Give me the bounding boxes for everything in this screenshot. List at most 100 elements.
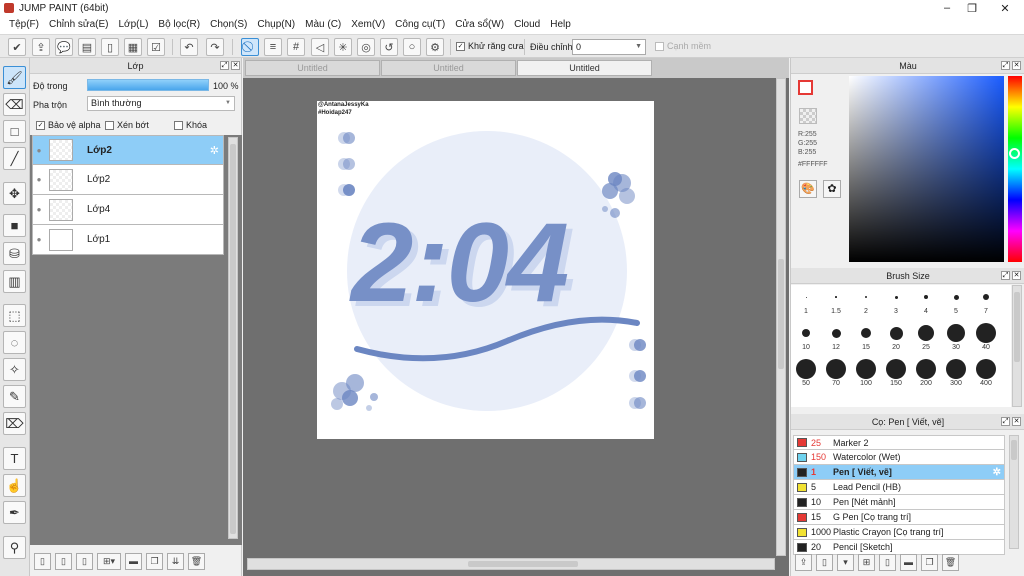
scrollbar-thumb[interactable] xyxy=(468,561,578,567)
visibility-icon[interactable]: ● xyxy=(33,146,45,155)
float-icon[interactable]: ⤢ xyxy=(1001,61,1010,70)
brush-size-dot[interactable] xyxy=(856,359,876,379)
perspective-icon[interactable]: ◁ xyxy=(311,38,329,56)
new-raster-layer-icon[interactable]: ▯ xyxy=(55,552,72,570)
menu-select[interactable]: Chọn(S) xyxy=(205,16,252,34)
duplicate-icon[interactable]: ❐ xyxy=(146,552,163,570)
brush-size-dot[interactable] xyxy=(861,328,871,338)
rect-select-tool-icon[interactable]: ⬚ xyxy=(3,304,26,327)
brush-size-scrollbar[interactable] xyxy=(1012,285,1022,407)
redo-icon[interactable]: ↷ xyxy=(206,38,224,56)
checklist-icon[interactable]: ☑ xyxy=(147,38,165,56)
menu-layer[interactable]: Lớp(L) xyxy=(114,16,154,34)
pen-tool-icon[interactable]: ✒ xyxy=(3,501,26,524)
close-icon[interactable]: ✕ xyxy=(231,61,240,70)
menu-view[interactable]: Xem(V) xyxy=(346,16,390,34)
antialias-toggle[interactable]: ✓ Khử răng cưa xyxy=(456,41,524,52)
doc-tab[interactable]: Untitled xyxy=(245,60,380,76)
menu-window[interactable]: Cửa sổ(W) xyxy=(450,16,509,34)
brush-size-dot[interactable] xyxy=(976,323,996,343)
brush-size-dot[interactable] xyxy=(916,359,936,379)
layer-item[interactable]: ● Lớp2 xyxy=(32,165,224,195)
brush-item[interactable]: 10 Pen [Nét mảnh] xyxy=(793,495,1005,510)
brush-size-dot[interactable] xyxy=(894,295,898,299)
rectangle-tool-icon[interactable]: □ xyxy=(3,120,26,143)
lock-checkbox[interactable] xyxy=(174,121,183,131)
doc-tab-active[interactable]: Untitled xyxy=(517,60,652,76)
menu-tools[interactable]: Công cụ(T) xyxy=(390,16,450,34)
layer-item[interactable]: ● Lớp2 ✲ xyxy=(32,135,224,165)
canvas-horizontal-scrollbar[interactable] xyxy=(247,558,775,570)
clip-checkbox[interactable] xyxy=(105,121,114,131)
move-tool-icon[interactable]: ✥ xyxy=(3,182,26,205)
trash-icon[interactable]: 🗑 xyxy=(188,552,205,570)
trash-icon[interactable]: 🗑 xyxy=(942,553,959,571)
duplicate-icon[interactable]: ❐ xyxy=(921,553,938,571)
bucket-tool-icon[interactable]: ⛁ xyxy=(3,242,26,265)
brush-size-dot[interactable] xyxy=(924,295,928,299)
menu-capture[interactable]: Chụp(N) xyxy=(252,16,300,34)
palette-icon[interactable]: 🎨 xyxy=(799,180,817,198)
gradient-tool-icon[interactable]: ▥ xyxy=(3,270,26,293)
undo-icon[interactable]: ↶ xyxy=(180,38,198,56)
visibility-icon[interactable]: ● xyxy=(33,235,45,244)
snap-toggle[interactable]: Cạnh mềm xyxy=(655,41,711,52)
clip-toggle[interactable]: Xén bớt xyxy=(105,120,149,131)
antialias-checkbox[interactable]: ✓ xyxy=(456,42,465,52)
brush-tool-icon[interactable]: 🖌 xyxy=(3,66,26,89)
transparent-color-swatch[interactable] xyxy=(799,108,817,124)
close-icon[interactable]: ✕ xyxy=(1012,61,1021,70)
menu-cloud[interactable]: Cloud xyxy=(509,16,545,34)
brush-size-dot[interactable] xyxy=(835,296,837,298)
panel-icon[interactable]: ▦ xyxy=(124,38,142,56)
chevron-down-icon[interactable]: ▼ xyxy=(225,97,231,110)
brush-size-dot[interactable] xyxy=(976,359,996,379)
layer-item[interactable]: ● Lớp1 xyxy=(32,225,224,255)
lock-toggle[interactable]: Khóa xyxy=(174,120,207,131)
brush-size-grid[interactable]: 1 1.5 2 3 4 5 7 10 12 15 20 25 30 40 50 70 100 150 200 300 4… xyxy=(791,285,1011,407)
brush-item[interactable]: 1 Pen [ Viết, vẽ] ✲ xyxy=(793,465,1005,480)
new-1bit-layer-icon[interactable]: ▯ xyxy=(76,552,93,570)
import-brush-icon[interactable]: ▯ xyxy=(879,553,896,571)
lasso-tool-icon[interactable]: ◌ xyxy=(3,331,26,354)
eyedropper-tool-icon[interactable]: ⚲ xyxy=(3,536,26,559)
scrollbar-thumb[interactable] xyxy=(230,144,236,534)
magic-wand-tool-icon[interactable]: ✧ xyxy=(3,358,26,381)
adjust-input[interactable]: 0 ▼ xyxy=(572,39,646,55)
brush-size-dot[interactable] xyxy=(802,329,810,337)
hue-slider[interactable] xyxy=(1008,76,1022,262)
gear-icon[interactable]: ✲ xyxy=(993,467,1001,478)
brush-size-dot[interactable] xyxy=(946,359,966,379)
brush-size-dot[interactable] xyxy=(805,296,807,298)
brush-size-dot[interactable] xyxy=(918,325,934,341)
menu-filter[interactable]: Bộ lọc(R) xyxy=(153,16,205,34)
folder-icon[interactable]: ▬ xyxy=(125,552,142,570)
menu-help[interactable]: Help xyxy=(545,16,576,34)
scrollbar-thumb[interactable] xyxy=(1011,440,1017,460)
brush-size-dot[interactable] xyxy=(826,359,846,379)
maximize-button[interactable]: ❐ xyxy=(957,0,987,16)
folder-icon[interactable]: ▬ xyxy=(900,553,917,571)
brush-menu-icon[interactable]: ▾ xyxy=(837,553,854,571)
curve-icon[interactable]: ↺ xyxy=(380,38,398,56)
upload-icon[interactable]: ⇪ xyxy=(795,553,812,571)
scrollbar-thumb[interactable] xyxy=(778,259,784,369)
canvas-vertical-scrollbar[interactable] xyxy=(776,78,786,556)
circle-icon[interactable]: ○ xyxy=(403,38,421,56)
brush-item[interactable]: 150 Watercolor (Wet) xyxy=(793,450,1005,465)
protect-alpha-checkbox[interactable]: ✓ xyxy=(36,121,45,131)
hue-slider-handle[interactable] xyxy=(1009,148,1020,159)
gear-ruler-icon[interactable]: ⚙ xyxy=(426,38,444,56)
brush-size-dot[interactable] xyxy=(947,324,965,342)
brush-list-scrollbar[interactable] xyxy=(1009,435,1019,549)
protect-alpha-toggle[interactable]: ✓ Bảo vệ alpha xyxy=(36,120,101,131)
select-eraser-tool-icon[interactable]: ⌦ xyxy=(3,412,26,435)
merge-icon[interactable]: ⇊ xyxy=(167,552,184,570)
brush-item[interactable]: 15 G Pen [Cọ trang trí] xyxy=(793,510,1005,525)
scrollbar-thumb[interactable] xyxy=(1014,292,1020,362)
brush-size-dot[interactable] xyxy=(889,326,903,340)
export-icon[interactable]: ⇪ xyxy=(32,38,50,56)
float-icon[interactable]: ⤢ xyxy=(220,61,229,70)
brush-item[interactable]: 5 Lead Pencil (HB) xyxy=(793,480,1005,495)
visibility-icon[interactable]: ● xyxy=(33,175,45,184)
